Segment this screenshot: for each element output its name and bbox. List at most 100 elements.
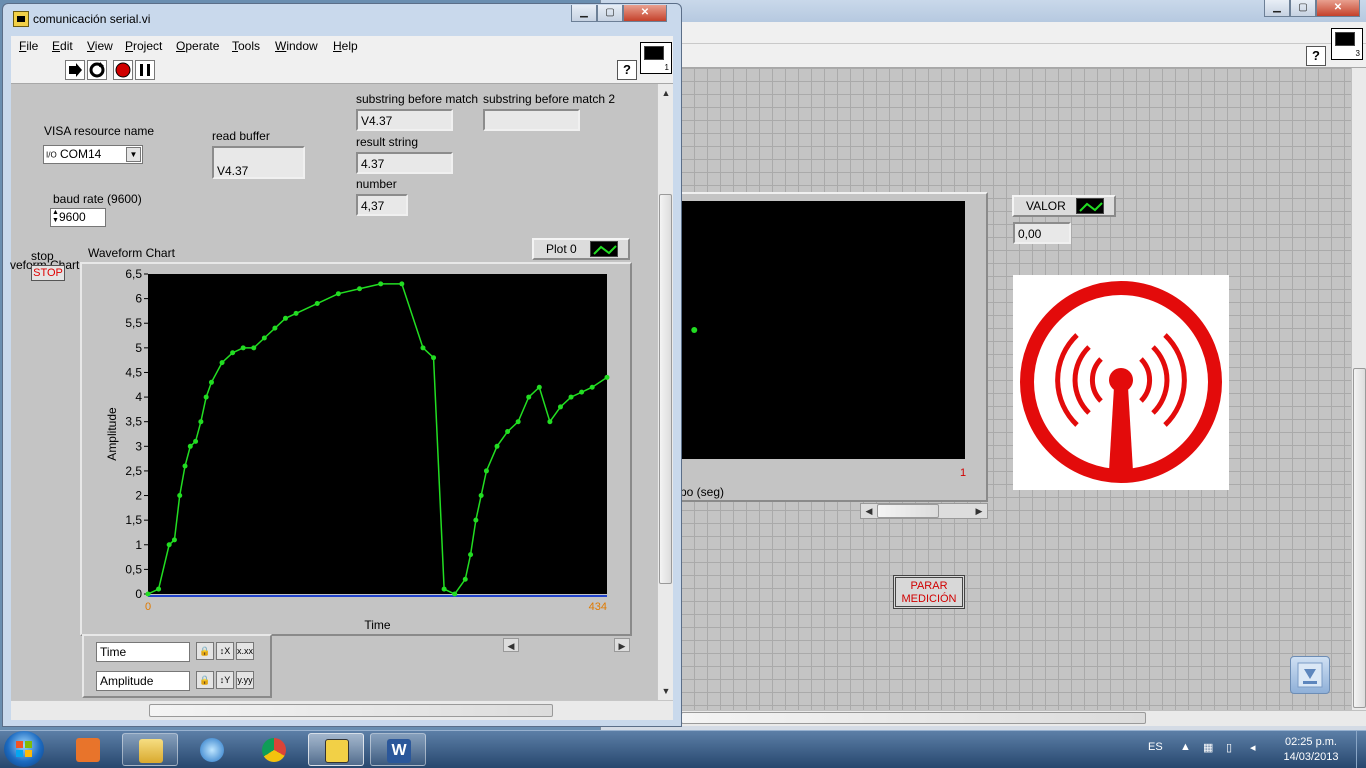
bg-help-button[interactable]: ? <box>1306 46 1326 66</box>
bg-minimize-button[interactable]: ▁ <box>1264 0 1290 17</box>
xy-scroll-right-arrow[interactable]: ▶ <box>971 504 987 518</box>
bg-vscroll-thumb[interactable] <box>1353 368 1366 708</box>
bg-close-button[interactable]: ✕ <box>1316 0 1360 17</box>
tray-network-icon[interactable]: ▦ <box>1203 741 1215 755</box>
run-continuously-button[interactable] <box>87 60 107 80</box>
y-autoscale-icon[interactable]: ↕Y <box>216 671 234 689</box>
x-tick-label: 0 <box>145 601 151 613</box>
bg-horizontal-scrollbar[interactable] <box>681 710 1366 726</box>
plot-0-point <box>198 419 204 425</box>
taskbar-labview[interactable] <box>308 733 364 766</box>
start-button[interactable] <box>4 731 44 767</box>
y-format-icon[interactable]: y.yy <box>236 671 254 689</box>
tray-up-arrow-icon[interactable]: ▲ <box>1180 741 1192 755</box>
y-tick-label: 0,5 <box>125 562 142 576</box>
menu-view[interactable]: View <box>87 39 113 53</box>
tray-battery-icon[interactable]: ▯ <box>1226 741 1238 755</box>
y-scale-name-field[interactable]: Amplitude <box>96 671 190 691</box>
download-arrow-button[interactable] <box>1290 656 1330 694</box>
xy-scroll-thumb[interactable] <box>877 504 939 518</box>
taskbar-windows-media-center[interactable] <box>60 733 116 766</box>
labview-app-icon[interactable] <box>13 11 29 27</box>
x-scale-name-field[interactable]: Time <box>96 642 190 662</box>
substring-before-2-label: substring before match 2 <box>483 92 616 106</box>
run-arrow-button[interactable] <box>65 60 85 80</box>
plot-0-point <box>357 286 363 292</box>
tray-language[interactable]: ES <box>1148 741 1163 753</box>
valor-indicator: 0,00 <box>1013 222 1071 244</box>
bg-toolbar: ? <box>601 44 1366 68</box>
main-titlebar[interactable]: comunicación serial.vi ▁ ▢ ✕ <box>3 4 681 34</box>
vscroll-thumb[interactable] <box>659 194 672 584</box>
plot-0-point <box>536 384 542 390</box>
substring-before-label: substring before match <box>356 92 479 106</box>
menu-window[interactable]: Window <box>275 39 318 53</box>
xy-scroll-left-arrow[interactable]: ◀ <box>861 504 877 518</box>
menu-project[interactable]: Project <box>125 39 162 53</box>
stop-button[interactable]: STOP <box>31 265 65 281</box>
close-button[interactable]: ✕ <box>623 5 667 22</box>
plot-0-point <box>293 310 299 316</box>
valor-plot-icon[interactable] <box>1076 198 1104 214</box>
tray-volume-icon[interactable]: ◂ <box>1250 741 1262 755</box>
show-desktop-button[interactable] <box>1356 731 1366 768</box>
substring-before-2-indicator <box>483 109 580 131</box>
y-scale-lock-icon[interactable]: 🔒 <box>196 671 214 689</box>
bg-vertical-scrollbar[interactable] <box>1351 68 1366 710</box>
y-tick-label: 5 <box>135 341 142 355</box>
x-scale-lock-icon[interactable]: 🔒 <box>196 642 214 660</box>
x-format-icon[interactable]: x.xx <box>236 642 254 660</box>
valor-label: VALOR <box>1026 199 1066 213</box>
y-tick-label: 1,5 <box>125 513 142 527</box>
abort-button[interactable] <box>113 60 133 80</box>
plot-0-point <box>420 345 426 351</box>
menu-tools[interactable]: Tools <box>232 39 260 53</box>
y-tick-label: 2 <box>135 489 142 503</box>
taskbar-word[interactable]: W <box>370 733 426 766</box>
taskbar-chrome[interactable] <box>246 733 302 766</box>
tray-clock[interactable]: 02:25 p.m. 14/03/2013 <box>1276 735 1346 765</box>
x-autoscale-icon[interactable]: ↕X <box>216 642 234 660</box>
plot-0-point <box>557 404 563 410</box>
menubar: File Edit View Project Operate Tools Win… <box>11 36 673 56</box>
baud-rate-control[interactable]: ▲ ▼ 9600 <box>50 208 106 227</box>
taskbar-media-player[interactable] <box>184 733 240 766</box>
vi-icon[interactable]: 1 <box>640 42 672 74</box>
x-tick-label: 434 <box>589 601 607 613</box>
hscroll-thumb[interactable] <box>149 704 553 717</box>
plot-0-point <box>282 315 288 321</box>
pause-button[interactable] <box>135 60 155 80</box>
visa-dropdown-arrow[interactable]: ▼ <box>126 147 141 162</box>
menu-file[interactable]: File <box>19 39 38 53</box>
menu-operate[interactable]: Operate <box>176 39 219 53</box>
chart-scroll-right-arrow[interactable]: ▶ <box>614 638 630 652</box>
bg-vi-icon[interactable]: 3 <box>1331 28 1363 60</box>
visa-resource-control[interactable]: I/O COM14 ▼ <box>43 145 143 164</box>
maximize-button[interactable]: ▢ <box>597 5 623 22</box>
chart-scroll-left-arrow[interactable]: ◀ <box>503 638 519 652</box>
minimize-button[interactable]: ▁ <box>571 5 597 22</box>
pause-icon <box>140 64 150 76</box>
visa-io-prefix: I/O <box>46 150 57 160</box>
bg-maximize-button[interactable]: ▢ <box>1290 0 1316 17</box>
xy-x-max-label: 1 <box>960 467 967 479</box>
help-button[interactable]: ? <box>617 60 637 80</box>
xy-graph-scrollbar[interactable]: ◀ ▶ <box>860 503 988 519</box>
vscroll-up-arrow[interactable]: ▲ <box>658 86 674 100</box>
menu-help[interactable]: Help <box>333 39 358 53</box>
bg-caption-buttons: ▁ ▢ ✕ <box>1264 0 1360 17</box>
taskbar-file-explorer[interactable] <box>122 733 178 766</box>
vscroll-down-arrow[interactable]: ▼ <box>658 684 674 698</box>
media-center-icon <box>76 738 100 762</box>
media-player-icon <box>200 738 224 762</box>
y-tick-label: 2,5 <box>125 464 142 478</box>
parar-medicion-button[interactable]: PARAR MEDICIÓN <box>893 575 965 609</box>
menu-edit[interactable]: Edit <box>52 39 73 53</box>
read-buffer-indicator: V4.37 <box>212 146 305 179</box>
plot-legend-icon[interactable] <box>590 241 618 257</box>
front-panel-hscrollbar[interactable] <box>11 700 673 720</box>
plot-0-point <box>441 586 447 592</box>
baud-increment-arrows[interactable]: ▲ ▼ <box>52 209 59 225</box>
front-panel-vscrollbar[interactable]: ▲ ▼ <box>657 84 673 700</box>
bg-hscroll-thumb[interactable] <box>681 712 1146 724</box>
